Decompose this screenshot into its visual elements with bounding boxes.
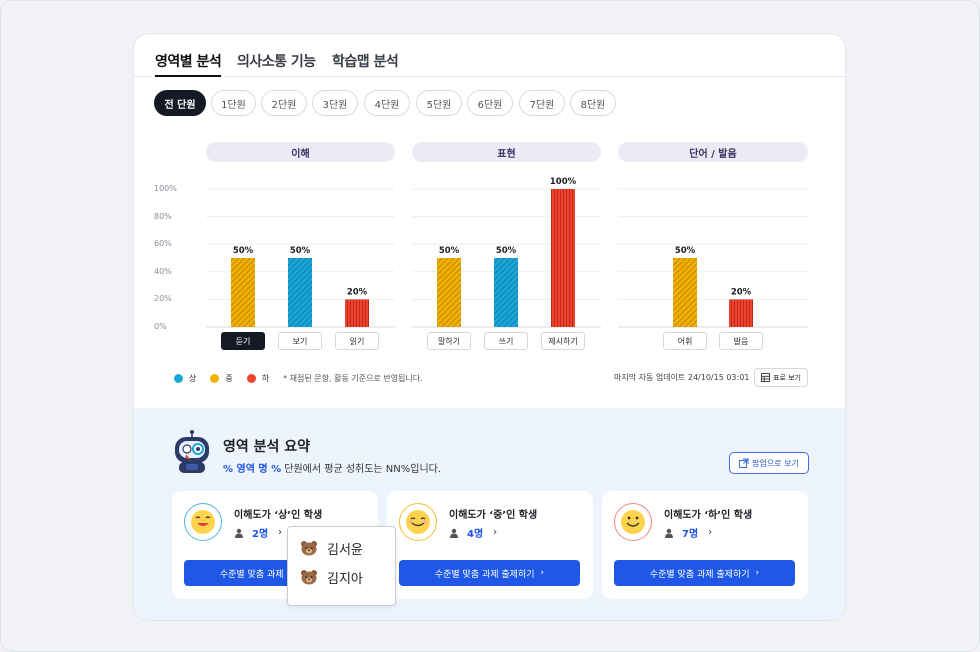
bar-value-label: 50% (233, 246, 254, 256)
student-count-toggle[interactable]: 7명 › (664, 525, 712, 540)
legend-note: * 채점된 문항, 활동 기준으로 반영됩니다. (283, 373, 423, 383)
student-count-toggle[interactable]: 2명 › (234, 525, 282, 540)
bar-듣기 (231, 258, 255, 327)
assign-task-button[interactable]: 수준별 맞춤 과제 출제하기› (614, 560, 795, 586)
bar-발음 (729, 299, 753, 327)
level-card-title: 이해도가 ‘상’인 학생 (234, 510, 323, 521)
bar-chart: 50% 50% 20% 50% 50% 100% 50% 20% (206, 177, 808, 328)
open-popup-button[interactable]: 팝업으로 보기 (729, 452, 809, 474)
smiley-face-icon (399, 503, 437, 541)
bear-avatar-icon (301, 570, 317, 585)
chevron-right-icon: › (755, 568, 760, 578)
summary-section: 영역 분석 요약 % 영역 명 % 단원에서 평균 성취도는 NN%입니다. 팝… (134, 408, 845, 620)
robot-mascot-icon (175, 430, 209, 473)
view-as-table-button[interactable]: 표로 보기 (754, 368, 808, 387)
bar-어휘 (673, 258, 697, 327)
category-button-발음[interactable]: 발음 (719, 332, 763, 350)
legend-item-high: 상 (174, 373, 196, 384)
person-icon (235, 528, 243, 538)
chevron-right-icon: › (708, 527, 713, 538)
category-button-읽기[interactable]: 읽기 (335, 332, 379, 350)
smiley-face-icon (614, 503, 652, 541)
bar-value-label: 50% (496, 246, 517, 256)
smiley-face-icon (184, 503, 222, 541)
summary-title: 영역 분석 요약 (223, 439, 311, 455)
table-icon (761, 373, 770, 382)
legend: 상 중 하 * 채점된 문항, 활동 기준으로 반영됩니다. (174, 371, 423, 385)
level-card-title: 이해도가 ‘중’인 학생 (449, 510, 538, 521)
bar-value-label: 20% (731, 287, 752, 297)
person-icon (450, 528, 458, 538)
level-card: 이해도가 ‘하’인 학생 7명 › 수준별 맞춤 과제 출제하기 › (602, 491, 808, 599)
level-card: 이해도가 ‘중’인 학생 4명 › 수준별 맞춤 과제 출제하기 › (387, 491, 593, 599)
assign-task-button[interactable]: 수준별 맞춤 과제 출제하기› (399, 560, 580, 586)
bar-value-label: 100% (550, 177, 577, 187)
bar-value-label: 50% (439, 246, 460, 256)
bar-보기 (288, 258, 312, 327)
dropdown-student-item[interactable]: 김서윤 (300, 538, 363, 558)
bar-value-label: 20% (347, 287, 368, 297)
bar-읽기 (345, 299, 369, 327)
category-button-어휘[interactable]: 어휘 (663, 332, 707, 350)
chevron-right-icon: › (540, 568, 545, 578)
category-button-쓰기[interactable]: 쓰기 (484, 332, 528, 350)
level-card-title: 이해도가 ‘하’인 학생 (664, 510, 753, 521)
legend-item-low: 하 (246, 373, 269, 384)
bar-쓰기 (494, 258, 518, 327)
legend-item-mid: 중 (210, 373, 233, 384)
analysis-card: 영역별 분석 의사소통 기능 학습맵 분석 전 단원 1단원 2단원 3단원 4단원 5단… (133, 33, 846, 621)
last-updated-text: 마지막 자동 업데이트 24/10/15 03:01 (614, 373, 750, 382)
bear-avatar-icon (301, 541, 317, 556)
student-dropdown: 김서윤 김지아 (287, 526, 396, 606)
dropdown-student-item[interactable]: 김지아 (300, 567, 363, 587)
bar-제시하기 (551, 189, 575, 327)
chevron-right-icon: › (278, 527, 283, 538)
chevron-right-icon: › (493, 527, 498, 538)
category-button-제시하기[interactable]: 제시하기 (541, 332, 585, 350)
category-button-말하기[interactable]: 말하기 (427, 332, 471, 350)
legend-dot-icon (246, 373, 256, 383)
person-icon (665, 528, 673, 538)
summary-subtitle: % 영역 명 % 단원에서 평균 성취도는 NN%입니다. (223, 464, 442, 475)
category-button-듣기[interactable]: 듣기 (221, 332, 265, 350)
legend-dot-icon (210, 373, 220, 383)
legend-dot-icon (174, 373, 183, 383)
bar-value-label: 50% (290, 246, 311, 256)
bar-value-label: 50% (675, 246, 696, 256)
student-count-toggle[interactable]: 4명 › (449, 525, 497, 540)
category-button-보기[interactable]: 보기 (278, 332, 322, 350)
bar-말하기 (437, 258, 461, 327)
popup-icon (739, 458, 749, 468)
